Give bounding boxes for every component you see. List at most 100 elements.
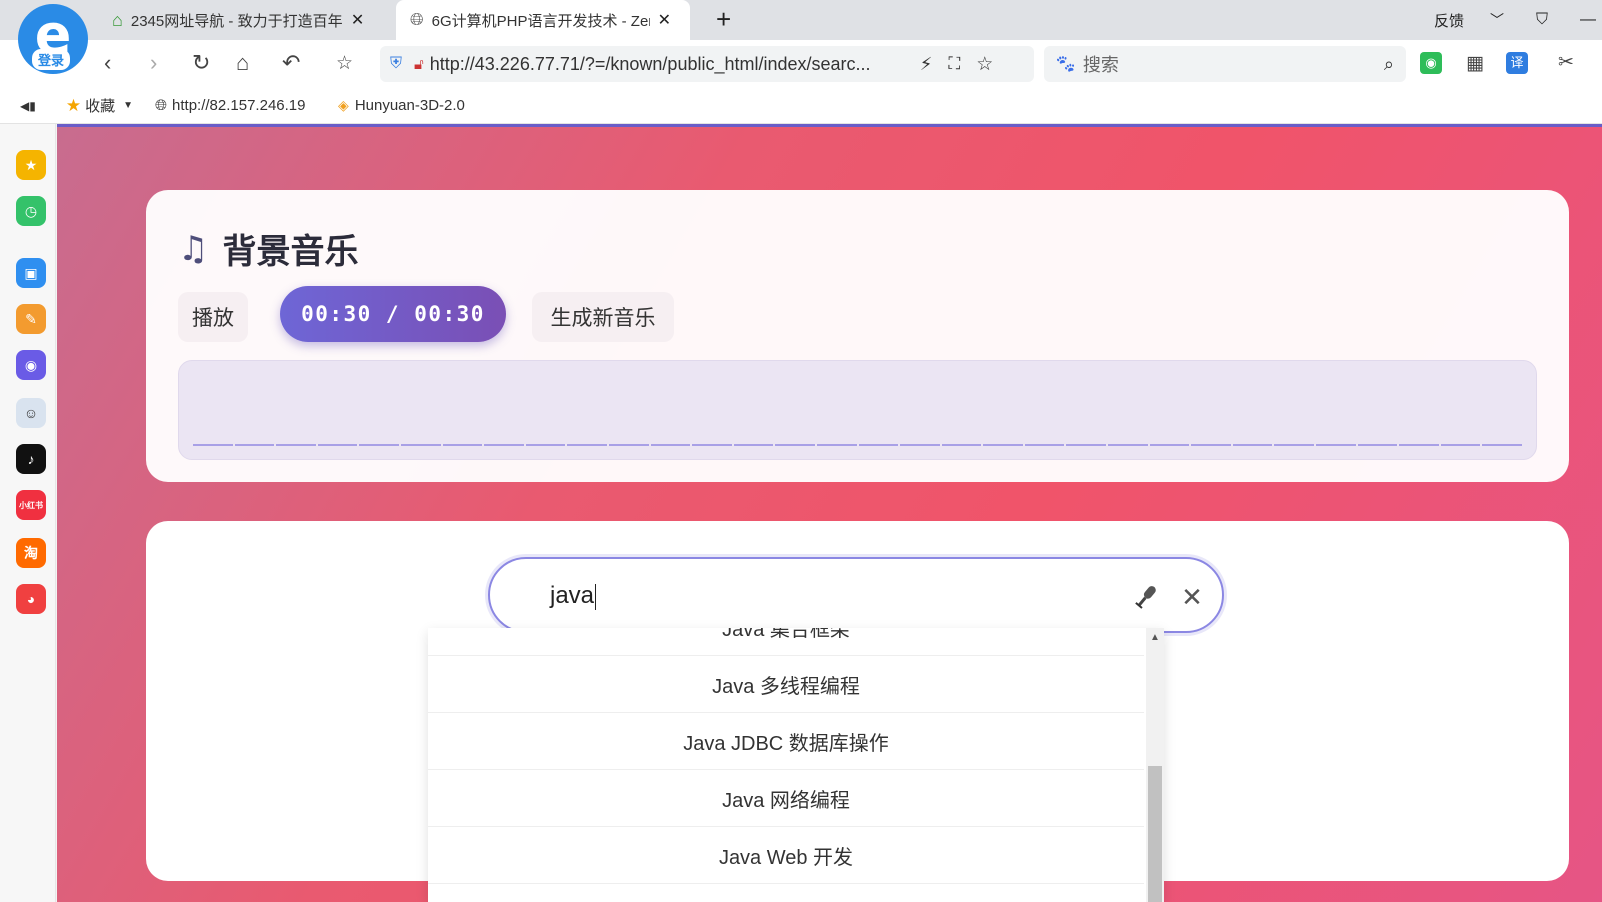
forward-icon[interactable]: › bbox=[150, 50, 157, 76]
search-engine-box[interactable]: 🐾︎ 搜索 ⌕ bbox=[1044, 46, 1406, 82]
xiaohongshu-icon[interactable]: 小红书 bbox=[16, 490, 46, 520]
hunyuan-icon: ◈ bbox=[338, 97, 349, 113]
search-value-text: java bbox=[550, 582, 595, 609]
visualizer-bar bbox=[608, 444, 649, 446]
search-input-value[interactable]: java bbox=[550, 582, 597, 610]
search-input[interactable]: java ✕ bbox=[488, 557, 1224, 633]
scissors-icon[interactable]: ✂ bbox=[1558, 51, 1574, 74]
translate-icon[interactable]: 译 bbox=[1506, 52, 1528, 74]
visualizer-bar bbox=[317, 444, 358, 446]
insecure-lock-icon: 🔓︎ bbox=[414, 55, 424, 73]
address-url[interactable]: http://43.226.77.71/?=/known/public_html… bbox=[430, 54, 910, 75]
visualizer-bar bbox=[1357, 444, 1398, 446]
edit-icon[interactable]: ✎ bbox=[16, 304, 46, 334]
visualizer-bar bbox=[484, 444, 524, 446]
suggestion-text: Java 网络编程 bbox=[722, 789, 850, 812]
suggestion-text: Java JDBC 数据库操作 bbox=[683, 732, 889, 755]
close-tab-icon[interactable]: ✕ bbox=[351, 10, 364, 30]
reload-icon[interactable]: ↻ bbox=[192, 50, 210, 76]
visualizer-bar bbox=[1274, 444, 1315, 446]
visualizer-bar bbox=[442, 444, 483, 446]
undo-icon[interactable]: ↶ bbox=[282, 50, 300, 76]
bookmark-ip[interactable]: 🌐︎ http://82.157.246.19 bbox=[155, 97, 316, 114]
visualizer-bar bbox=[1440, 444, 1481, 446]
back-icon[interactable]: ‹ bbox=[104, 50, 111, 76]
close-tab-icon[interactable]: ✕ bbox=[658, 10, 671, 30]
list-item[interactable]: Java 多线程编程 bbox=[428, 656, 1144, 713]
shirt-icon[interactable]: ⛉ bbox=[1536, 11, 1548, 29]
tab-title: 6G计算机PHP语言开发技术 - Zend bbox=[431, 12, 650, 30]
screenshot-icon[interactable]: ⛶ bbox=[948, 54, 960, 74]
bookmark-favorites[interactable]: ★ 收藏 ▼ bbox=[66, 95, 133, 116]
visualizer-bar bbox=[359, 444, 399, 446]
tiktok-icon[interactable]: ♪ bbox=[16, 444, 46, 474]
scrollbar-thumb[interactable] bbox=[1148, 766, 1162, 902]
visualizer-bar bbox=[1066, 444, 1107, 446]
star-icon: ★ bbox=[65, 95, 82, 115]
login-button[interactable]: 登录 bbox=[32, 49, 71, 70]
visualizer-bar bbox=[400, 444, 441, 446]
time-display: 00:30 / 00:30 bbox=[280, 286, 506, 342]
visualizer-bar bbox=[775, 444, 815, 446]
play-button[interactable]: 播放 bbox=[178, 292, 248, 342]
microphone-icon[interactable] bbox=[1130, 581, 1162, 613]
visualizer-bar bbox=[816, 444, 857, 446]
new-tab-button[interactable]: + bbox=[716, 4, 731, 35]
generate-music-button[interactable]: 生成新音乐 bbox=[532, 292, 674, 342]
bookmark-label: 收藏 bbox=[85, 98, 116, 115]
bookmark-hunyuan[interactable]: ◈ Hunyuan-3D-2.0 bbox=[338, 97, 465, 114]
visualizer-bar bbox=[900, 444, 940, 446]
lightning-icon[interactable]: ⚡︎ bbox=[920, 54, 933, 75]
list-item[interactable]: Java 集合框架 bbox=[428, 628, 1144, 656]
bookmark-label: http://82.157.246.19 bbox=[172, 97, 306, 114]
baidu-paw-icon: 🐾︎ bbox=[1054, 53, 1077, 74]
tab-bar: ⌂ 2345网址导航 - 致力于打造百年品牌 ✕ 🌐︎ 6G计算机PHP语言开发… bbox=[0, 0, 1602, 40]
music-card: ♫ 背景音乐 播放 00:30 / 00:30 生成新音乐 bbox=[146, 190, 1569, 482]
panda-icon[interactable]: ◕ bbox=[16, 584, 46, 614]
app-sidebar: ★ ◷ ▣ ✎ ◉ ☺ ♪ 小红书淘 ◕ bbox=[0, 124, 56, 902]
tab-6g-php[interactable]: 🌐︎ 6G计算机PHP语言开发技术 - Zend ✕ bbox=[396, 0, 690, 40]
visualizer-bar bbox=[234, 444, 275, 446]
toolbar: ‹ › ↻ ⌂ ↶ ☆ ⛨ 🔓︎ http://43.226.77.71/?=/… bbox=[0, 40, 1602, 88]
close-icon[interactable]: ✕ bbox=[1176, 581, 1208, 613]
house-icon: ⌂ bbox=[112, 9, 123, 30]
search-engine-input[interactable]: 搜索 bbox=[1083, 51, 1119, 77]
visualizer-bar bbox=[1191, 444, 1231, 446]
browser-logo[interactable]: e 登录 bbox=[18, 3, 88, 74]
toolbox-icon[interactable]: ▣ bbox=[16, 258, 46, 288]
list-item[interactable]: Java 网络编程 bbox=[428, 770, 1144, 827]
list-item[interactable]: Java Web 开发 bbox=[428, 827, 1144, 884]
history-icon[interactable]: ◷ bbox=[16, 196, 46, 226]
feedback-button[interactable]: 反馈 bbox=[1434, 10, 1464, 31]
list-item[interactable]: Java JDBC 数据库操作 bbox=[428, 713, 1144, 770]
visualizer-bars bbox=[193, 444, 1522, 447]
window-tools: 反馈 ﹀ ⛉ — bbox=[1434, 0, 1602, 40]
visualizer-bar bbox=[733, 444, 774, 446]
game-icon[interactable]: ◉ bbox=[16, 350, 46, 380]
favorites-icon[interactable]: ★ bbox=[16, 150, 46, 180]
visualizer-bar bbox=[1149, 444, 1190, 446]
scroll-up-icon[interactable]: ▲ bbox=[1150, 632, 1160, 643]
eye-care-icon[interactable]: ◉ bbox=[1420, 52, 1442, 74]
visualizer-bar bbox=[1232, 444, 1273, 446]
home-icon[interactable]: ⌂ bbox=[236, 50, 249, 76]
visualizer-bar bbox=[525, 444, 566, 446]
tab-2345[interactable]: ⌂ 2345网址导航 - 致力于打造百年品牌 ✕ bbox=[112, 0, 390, 40]
chevron-down-icon[interactable]: ﹀ bbox=[1490, 10, 1504, 30]
star-icon[interactable]: ☆ bbox=[976, 53, 993, 76]
scrollbar[interactable]: ▲ bbox=[1146, 628, 1164, 902]
address-bar[interactable]: ⛨ 🔓︎ http://43.226.77.71/?=/known/public… bbox=[380, 46, 1034, 82]
visualizer-bar bbox=[983, 444, 1023, 446]
visualizer-bar bbox=[692, 444, 732, 446]
apps-grid-icon[interactable]: ▦ bbox=[1466, 52, 1484, 75]
minimize-icon[interactable]: — bbox=[1580, 11, 1596, 29]
taobao-icon[interactable]: 淘 bbox=[16, 538, 46, 568]
visualizer-bar bbox=[193, 444, 233, 446]
visualizer-bar bbox=[941, 444, 982, 446]
visualizer-bar bbox=[276, 444, 316, 446]
avatar-icon[interactable]: ☺ bbox=[16, 398, 46, 428]
sidebar-toggle-icon[interactable]: ◀▮ bbox=[20, 99, 36, 113]
music-title: ♫ 背景音乐 bbox=[178, 224, 358, 273]
favorites-list-icon[interactable]: ☆ bbox=[336, 52, 353, 75]
search-icon[interactable]: ⌕ bbox=[1384, 54, 1394, 75]
